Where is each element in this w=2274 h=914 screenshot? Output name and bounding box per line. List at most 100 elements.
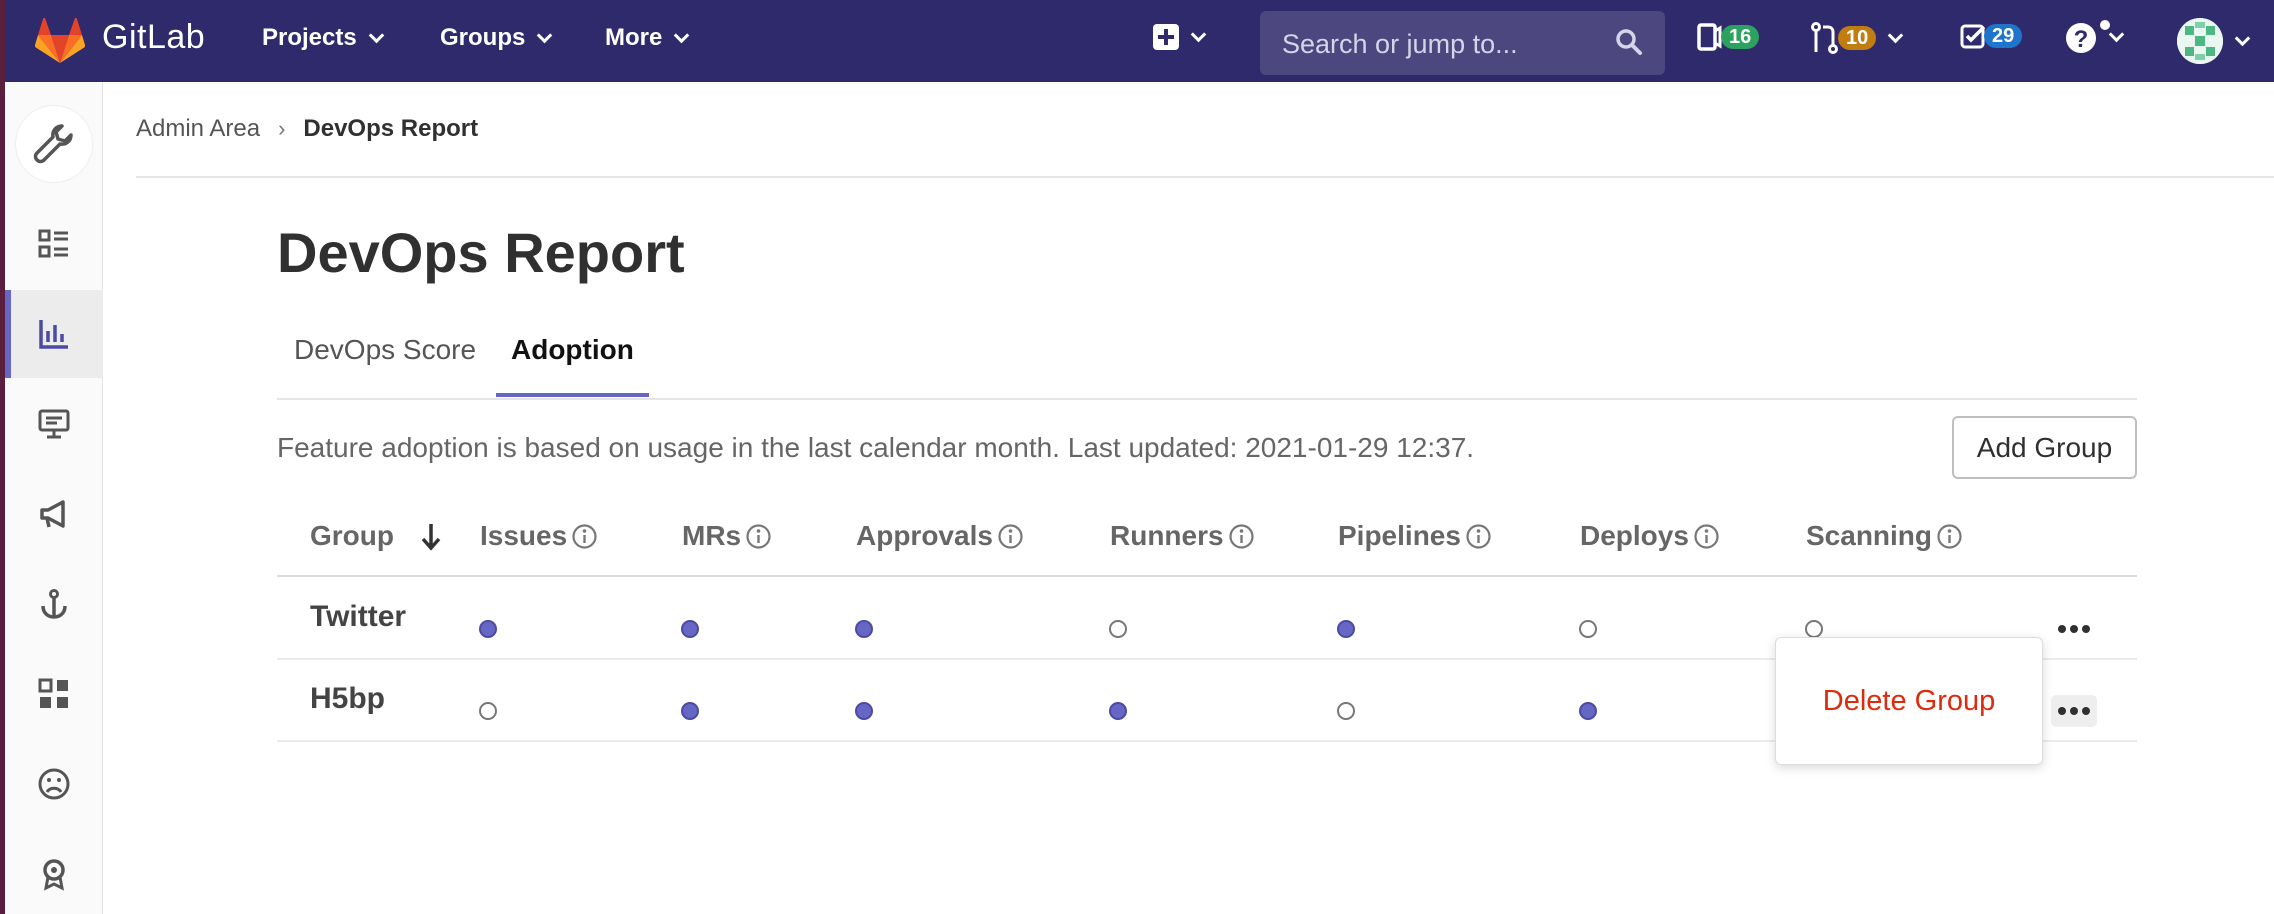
tab-adoption[interactable]: Adoption	[511, 334, 634, 366]
not-adopted-indicator-icon	[1805, 620, 1823, 638]
adopted-indicator-icon	[855, 620, 873, 638]
groups-menu-label: Groups	[440, 24, 526, 51]
chevron-down-icon	[2108, 26, 2125, 42]
chevron-down-icon	[1887, 27, 1904, 43]
adopted-indicator-icon	[1579, 702, 1597, 720]
gitlab-logo-icon[interactable]	[35, 18, 85, 64]
new-item-button[interactable]	[1153, 24, 1207, 50]
info-icon[interactable]	[745, 523, 772, 550]
sad-face-icon	[38, 768, 70, 800]
adopted-indicator-icon	[1109, 702, 1127, 720]
merge-requests-counter[interactable]: 10	[1810, 22, 1904, 54]
search-input[interactable]: Search or jump to...	[1260, 11, 1665, 75]
chevron-down-icon	[674, 27, 690, 43]
issues-counter[interactable]: 16	[1697, 22, 1760, 52]
column-header-approvals: Approvals	[856, 520, 1024, 552]
more-menu[interactable]: More	[605, 24, 690, 52]
identicon-icon	[2177, 18, 2223, 64]
adopted-indicator-icon	[681, 702, 699, 720]
column-header-label: Scanning	[1806, 520, 1933, 551]
adopted-indicator-icon	[479, 620, 497, 638]
row-actions-kebab-icon[interactable]	[2051, 613, 2097, 645]
not-adopted-indicator-icon	[1109, 620, 1127, 638]
anchor-hook-icon	[41, 589, 67, 619]
sidebar-item-analytics[interactable]	[5, 290, 103, 378]
admin-area-avatar[interactable]	[16, 106, 92, 182]
column-header-label: Approvals	[856, 520, 993, 551]
report-tabs: DevOps Score Adoption	[277, 318, 2137, 400]
groups-menu[interactable]: Groups	[440, 24, 553, 52]
breadcrumb-divider	[136, 176, 2274, 178]
column-header-pipelines: Pipelines	[1338, 520, 1492, 552]
sidebar-item-monitoring[interactable]	[5, 380, 103, 468]
table-header-divider	[277, 575, 2137, 577]
adopted-indicator-icon	[855, 702, 873, 720]
avatar	[2177, 18, 2223, 64]
sort-arrow-down-icon[interactable]	[418, 521, 444, 551]
column-header-mrs: MRs	[682, 520, 772, 552]
column-header-group[interactable]: Group	[310, 520, 444, 552]
brand-name[interactable]: GitLab	[102, 18, 205, 57]
monitoring-icon	[38, 409, 70, 439]
todos-count-badge: 29	[1984, 24, 2023, 48]
column-header-label: MRs	[682, 520, 742, 551]
sidebar-item-license[interactable]	[5, 830, 103, 914]
group-name[interactable]: Twitter	[310, 600, 406, 634]
license-badge-icon	[43, 859, 65, 891]
column-header-label: Group	[310, 520, 394, 551]
not-adopted-indicator-icon	[479, 702, 497, 720]
breadcrumb-current[interactable]: DevOps Report	[303, 115, 478, 143]
applications-icon	[38, 678, 68, 708]
info-icon[interactable]	[1228, 523, 1255, 550]
column-header-label: Issues	[480, 520, 568, 551]
projects-menu[interactable]: Projects	[262, 24, 384, 52]
row-actions-kebab-icon[interactable]	[2051, 695, 2097, 727]
analytics-icon	[39, 320, 68, 349]
projects-menu-label: Projects	[262, 24, 357, 51]
chevron-down-icon	[1190, 26, 1207, 42]
info-icon[interactable]	[1936, 523, 1963, 550]
notification-dot-icon	[2098, 18, 2112, 32]
overview-icon	[38, 229, 68, 258]
active-tab-indicator	[496, 393, 649, 397]
help-button[interactable]: ?	[2065, 20, 2125, 54]
sidebar-item-abuse-reports[interactable]	[5, 740, 103, 828]
add-group-button[interactable]: Add Group	[1952, 416, 2137, 479]
sidebar-item-overview[interactable]	[5, 200, 103, 288]
column-header-deploys: Deploys	[1580, 520, 1720, 552]
chevron-down-icon	[2234, 30, 2251, 46]
delete-group-menu-item[interactable]: Delete Group	[1823, 685, 1996, 718]
adopted-indicator-icon	[681, 620, 699, 638]
info-icon[interactable]	[1465, 523, 1492, 550]
group-name[interactable]: H5bp	[310, 682, 385, 716]
merge-requests-count-badge: 10	[1838, 26, 1877, 50]
info-icon[interactable]	[1693, 523, 1720, 550]
breadcrumb-admin-area[interactable]: Admin Area	[136, 115, 260, 143]
todos-counter[interactable]: 29	[1960, 22, 2023, 50]
megaphone-icon	[40, 500, 65, 528]
column-header-issues: Issues	[480, 520, 598, 552]
not-adopted-indicator-icon	[1579, 620, 1597, 638]
column-header-scanning: Scanning	[1806, 520, 1963, 552]
info-icon[interactable]	[571, 523, 598, 550]
chevron-down-icon	[537, 27, 553, 43]
user-menu[interactable]	[2177, 18, 2251, 64]
tab-devops-score[interactable]: DevOps Score	[294, 334, 476, 366]
breadcrumb-separator-icon: ›	[278, 116, 286, 141]
svg-text:?: ?	[2074, 26, 2089, 53]
breadcrumb: Admin Area › DevOps Report	[136, 115, 478, 143]
plus-square-icon	[1153, 24, 1179, 50]
merge-request-icon	[1811, 22, 1838, 54]
search-icon	[1616, 29, 1642, 55]
sidebar-item-hooks[interactable]	[5, 560, 103, 648]
sidebar-item-applications[interactable]	[5, 650, 103, 738]
sidebar-item-messages[interactable]	[5, 470, 103, 558]
column-header-label: Runners	[1110, 520, 1224, 551]
todo-icon	[1960, 24, 1986, 49]
issues-icon	[1697, 23, 1722, 51]
issues-count-badge: 16	[1721, 25, 1760, 49]
info-icon[interactable]	[997, 523, 1024, 550]
column-header-label: Pipelines	[1338, 520, 1461, 551]
not-adopted-indicator-icon	[1337, 702, 1355, 720]
page-title: DevOps Report	[277, 221, 685, 284]
